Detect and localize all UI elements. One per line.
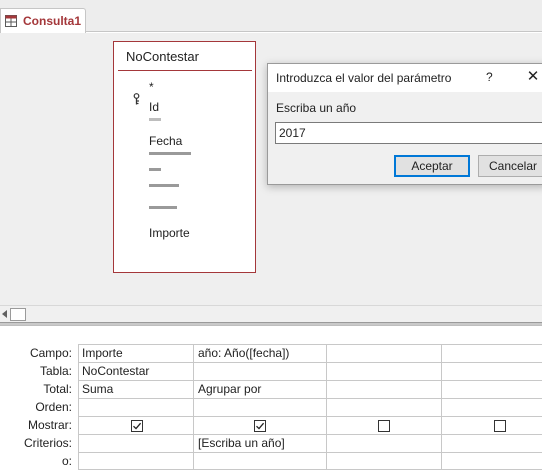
table-field-list[interactable]: NoContestar * Id Fecha Importe [113, 41, 256, 273]
show-checkbox-3[interactable] [378, 420, 390, 432]
dialog-title-bar[interactable]: Introduzca el valor del parámetro ? ✕ [268, 64, 542, 92]
scrollbar-thumb[interactable] [10, 308, 26, 321]
accept-button[interactable]: Aceptar [394, 155, 470, 177]
field-id[interactable]: Id [149, 100, 159, 114]
row-label-orden: Orden: [35, 400, 72, 414]
field-obscured [149, 206, 177, 209]
grid-cell-tabla-1[interactable]: NoContestar [82, 364, 149, 378]
primary-key-icon [133, 93, 140, 105]
grid-lines [78, 344, 542, 470]
field-list-title: NoContestar [126, 49, 199, 64]
grid-cell-campo-1[interactable]: Importe [82, 346, 123, 360]
field-all[interactable]: * [149, 80, 154, 94]
cancel-button[interactable]: Cancelar [478, 155, 542, 177]
row-label-mostrar: Mostrar: [27, 418, 72, 432]
close-icon[interactable]: ✕ [524, 68, 542, 86]
grid-cell-criterios-2[interactable]: [Escriba un año] [198, 436, 285, 450]
field-obscured [149, 118, 161, 121]
field-obscured [149, 168, 161, 171]
row-label-tabla: Tabla: [39, 364, 72, 378]
parameter-prompt: Escriba un año [276, 101, 357, 115]
dialog-title: Introduzca el valor del parámetro [276, 71, 452, 85]
grid-cell-total-2[interactable]: Agrupar por [198, 382, 261, 396]
row-label-criterios: Criterios: [23, 436, 72, 450]
check-mark-icon [256, 422, 265, 430]
field-importe[interactable]: Importe [149, 226, 190, 240]
tab-consulta1[interactable]: Consulta1 [0, 8, 86, 33]
horizontal-scrollbar[interactable] [0, 305, 542, 322]
check-mark-icon [133, 422, 142, 430]
grid-cell-total-1[interactable]: Suma [82, 382, 113, 396]
query-design-grid: Campo: Tabla: Total: Orden: Mostrar: Cri… [0, 326, 542, 470]
grid-cell-campo-2[interactable]: año: Año([fecha]) [198, 346, 289, 360]
query-icon [5, 15, 17, 27]
parameter-input[interactable] [275, 122, 542, 144]
row-label-o: o: [61, 454, 72, 468]
row-label-campo: Campo: [29, 346, 72, 360]
field-fecha[interactable]: Fecha [149, 134, 182, 148]
row-label-total: Total: [43, 382, 72, 396]
parameter-dialog: Introduzca el valor del parámetro ? ✕ Es… [267, 63, 542, 185]
tab-label: Consulta1 [23, 14, 82, 28]
help-icon[interactable]: ? [486, 70, 493, 84]
scroll-left-arrow-icon[interactable] [2, 310, 7, 318]
field-list-divider [118, 70, 252, 71]
field-obscured [149, 184, 179, 187]
show-checkbox-4[interactable] [494, 420, 506, 432]
show-checkbox-2[interactable] [254, 420, 266, 432]
field-obscured [149, 152, 191, 155]
show-checkbox-1[interactable] [131, 420, 143, 432]
document-tab-strip: Consulta1 [0, 0, 542, 33]
